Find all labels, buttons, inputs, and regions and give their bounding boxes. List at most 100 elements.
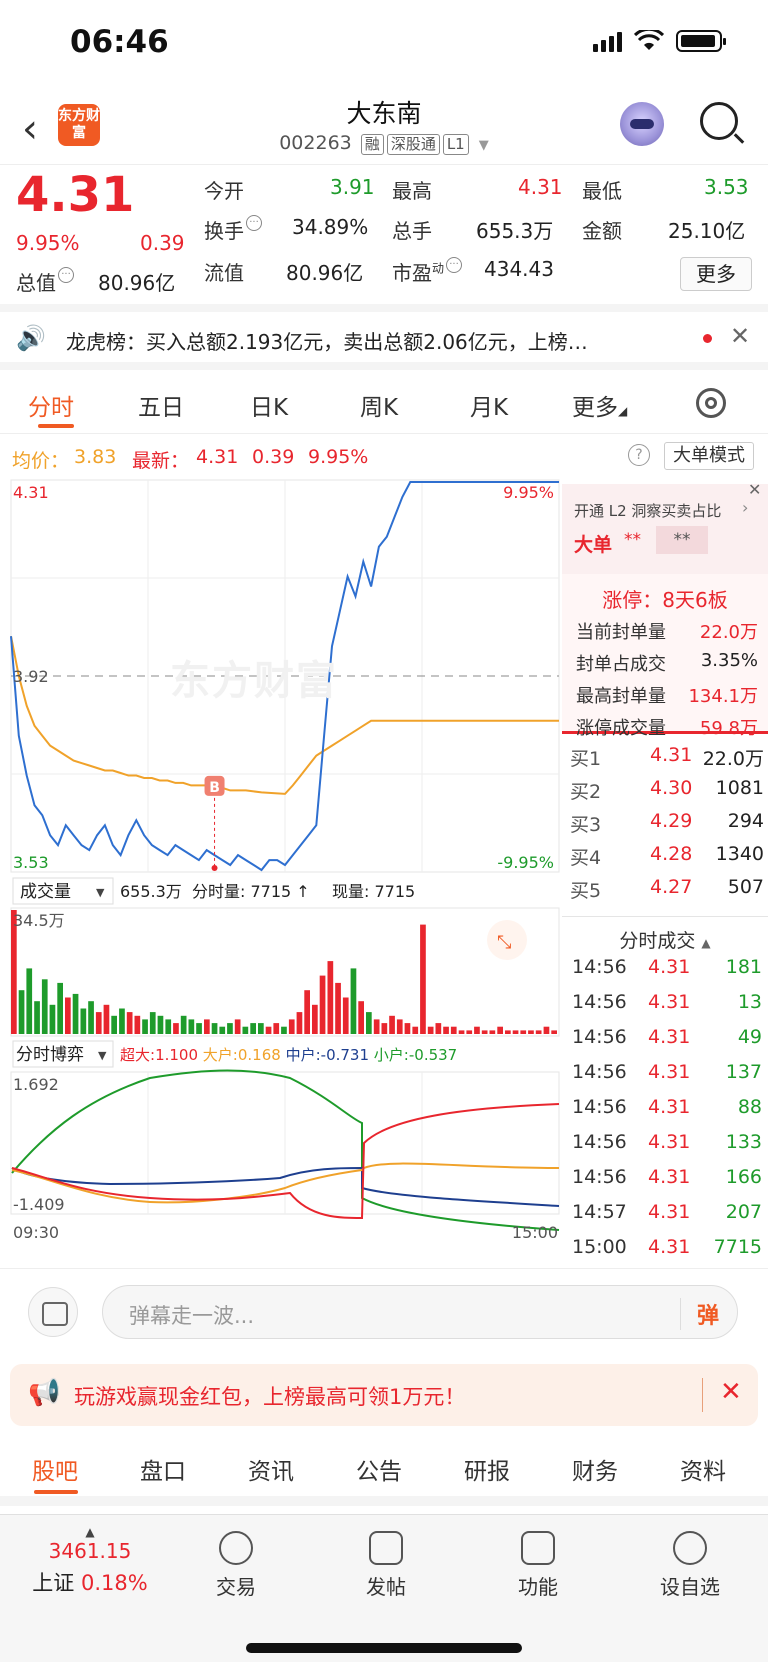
tab-announcements[interactable]: 公告 [356,1452,402,1486]
pct-max-label: 9.95% [503,483,554,502]
float-label: 流值 [204,261,244,285]
trade-button[interactable]: 交易 [186,1531,286,1600]
post-button[interactable]: 发帖 [336,1531,436,1600]
promo-banner[interactable]: 📢 玩游戏赢现金红包，上榜最高可领1万元！ ✕ [10,1364,758,1426]
turnover-label: 换手 ··· [204,215,262,244]
limit-row-value: 134.1万 [688,686,758,707]
volume-bar [142,1019,148,1034]
flow-legend: 超大:1.100 大户:0.168 中户:-0.731 小户:-0.537 [120,1046,457,1064]
tick-row: 14:56 4.31 133 [562,1131,768,1163]
home-indicator [246,1643,522,1653]
tick-price: 4.31 [648,1061,691,1083]
big-order-value-2: ** [656,526,708,554]
high-label: 最高 [392,179,432,203]
mktcap-value: 80.96亿 [98,271,176,295]
function-button[interactable]: 功能 [488,1531,588,1600]
volume-bar [312,1004,318,1034]
volume-bar [389,1015,395,1034]
danmaku-input[interactable]: 弹幕走一波... 弹 [102,1285,738,1339]
tab-day-k[interactable]: 日K [250,388,288,422]
tab-finance[interactable]: 财务 [572,1452,618,1486]
danmaku-send-button[interactable]: 弹 [679,1298,719,1330]
bid-price: 4.31 [650,744,693,766]
expand-arrow-icon: ⤡ [497,932,511,953]
x-start-label: 09:30 [13,1223,59,1242]
close-icon[interactable]: ✕ [720,1377,742,1407]
last-value: 4.31 [196,446,239,468]
bid-qty: 294 [727,810,764,832]
buy-marker-label: B [209,780,220,796]
tick-time: 14:56 [572,991,627,1013]
volume-bar [265,1026,272,1034]
index-widget[interactable]: ▲ 3461.15 上证 0.18% [20,1525,160,1597]
tab-research[interactable]: 研报 [464,1452,510,1486]
volume-bar [450,1026,457,1034]
l2-promo[interactable]: 开通 L2 洞察买卖占比 › ✕ 大单 ** ** [562,480,768,574]
info-icon[interactable]: ··· [58,267,74,283]
tab-news[interactable]: 资讯 [248,1452,294,1486]
tab-intraday[interactable]: 分时 [28,388,74,422]
limit-row: 封单占成交 3.35% [562,650,768,682]
close-icon[interactable]: ✕ [730,322,750,350]
volume-bar [41,979,48,1034]
current-price: 4.31 [16,167,135,223]
bid-row[interactable]: 买1 4.31 22.0万 [562,744,768,776]
last-percent: 9.95% [308,446,369,468]
volume-bar [219,1026,226,1034]
limit-row-label: 涨停成交量 [576,718,666,739]
tick-volume: 133 [725,1131,762,1153]
volume-bar [489,1030,496,1034]
intraday-chart[interactable]: B 4.31 3.92 3.53 9.95% -9.95% 成交量 ▼ 655.… [10,478,560,1268]
big-order-mode-button[interactable]: 大单模式 [664,442,754,470]
volume-bar [250,1023,256,1034]
promo-text: 玩游戏赢现金红包，上榜最高可领1万元！ [74,1385,466,1409]
status-time: 06:46 [70,24,169,60]
volume-bar [165,1019,172,1034]
add-watchlist-button[interactable]: 设自选 [640,1531,740,1600]
dragon-tiger-banner[interactable]: 🔊 龙虎榜：买入总额2.193亿元，卖出总额2.06亿元，上榜… ✕ [0,304,768,370]
stock-header: ‹ 东方财富 大东南 002263 融深股通 L1 ▼ [0,88,768,164]
volume-bar [512,1030,519,1034]
info-icon[interactable]: ··· [446,257,463,273]
limit-row-value: 3.35% [700,650,758,671]
volume-bar [227,1023,233,1034]
tick-volume: 137 [725,1061,762,1083]
help-icon[interactable]: ? [628,444,650,466]
tick-volume: 49 [737,1026,762,1048]
bid-row[interactable]: 买3 4.29 294 [562,810,768,842]
volume-value: 655.3万 [476,219,554,243]
close-icon[interactable]: ✕ [748,480,761,499]
search-icon[interactable] [700,102,738,140]
tab-more[interactable]: 更多◢ [572,388,627,422]
bid-label: 买2 [570,781,602,803]
tick-volume: 88 [737,1096,762,1118]
avg-label: 均价： [12,450,70,472]
volume-bar [119,1008,125,1034]
tab-week-k[interactable]: 周K [360,388,398,422]
tab-orderbook[interactable]: 盘口 [140,1452,186,1486]
more-button[interactable]: 更多 [680,257,752,291]
tab-month-k[interactable]: 月K [470,388,508,422]
volume-bar [273,1023,280,1034]
info-icon[interactable]: ··· [246,215,262,231]
volume-bar [505,1030,511,1034]
avg-value: 3.83 [74,446,117,468]
tab-five-day[interactable]: 五日 [138,388,184,422]
chevron-down-icon: ▼ [478,138,489,153]
bid-row[interactable]: 买5 4.27 507 [562,876,768,908]
flow-label: 分时博弈 [16,1045,84,1065]
volume-bar [204,1019,210,1034]
gear-icon[interactable] [696,388,726,418]
bid-row[interactable]: 买4 4.28 1340 [562,843,768,875]
bid-price: 4.27 [650,876,693,898]
volume-bar [126,1012,133,1034]
change-amount: 0.39 [140,231,185,255]
bid-row[interactable]: 买2 4.30 1081 [562,777,768,809]
tab-forum[interactable]: 股吧 [32,1452,78,1486]
volume-bar [258,1023,264,1034]
tab-profile[interactable]: 资料 [680,1452,726,1486]
danmaku-settings-icon[interactable] [28,1287,78,1337]
assistant-robot-icon[interactable] [620,102,664,146]
high-value: 4.31 [518,175,563,199]
limit-row-label: 封单占成交 [576,654,666,675]
